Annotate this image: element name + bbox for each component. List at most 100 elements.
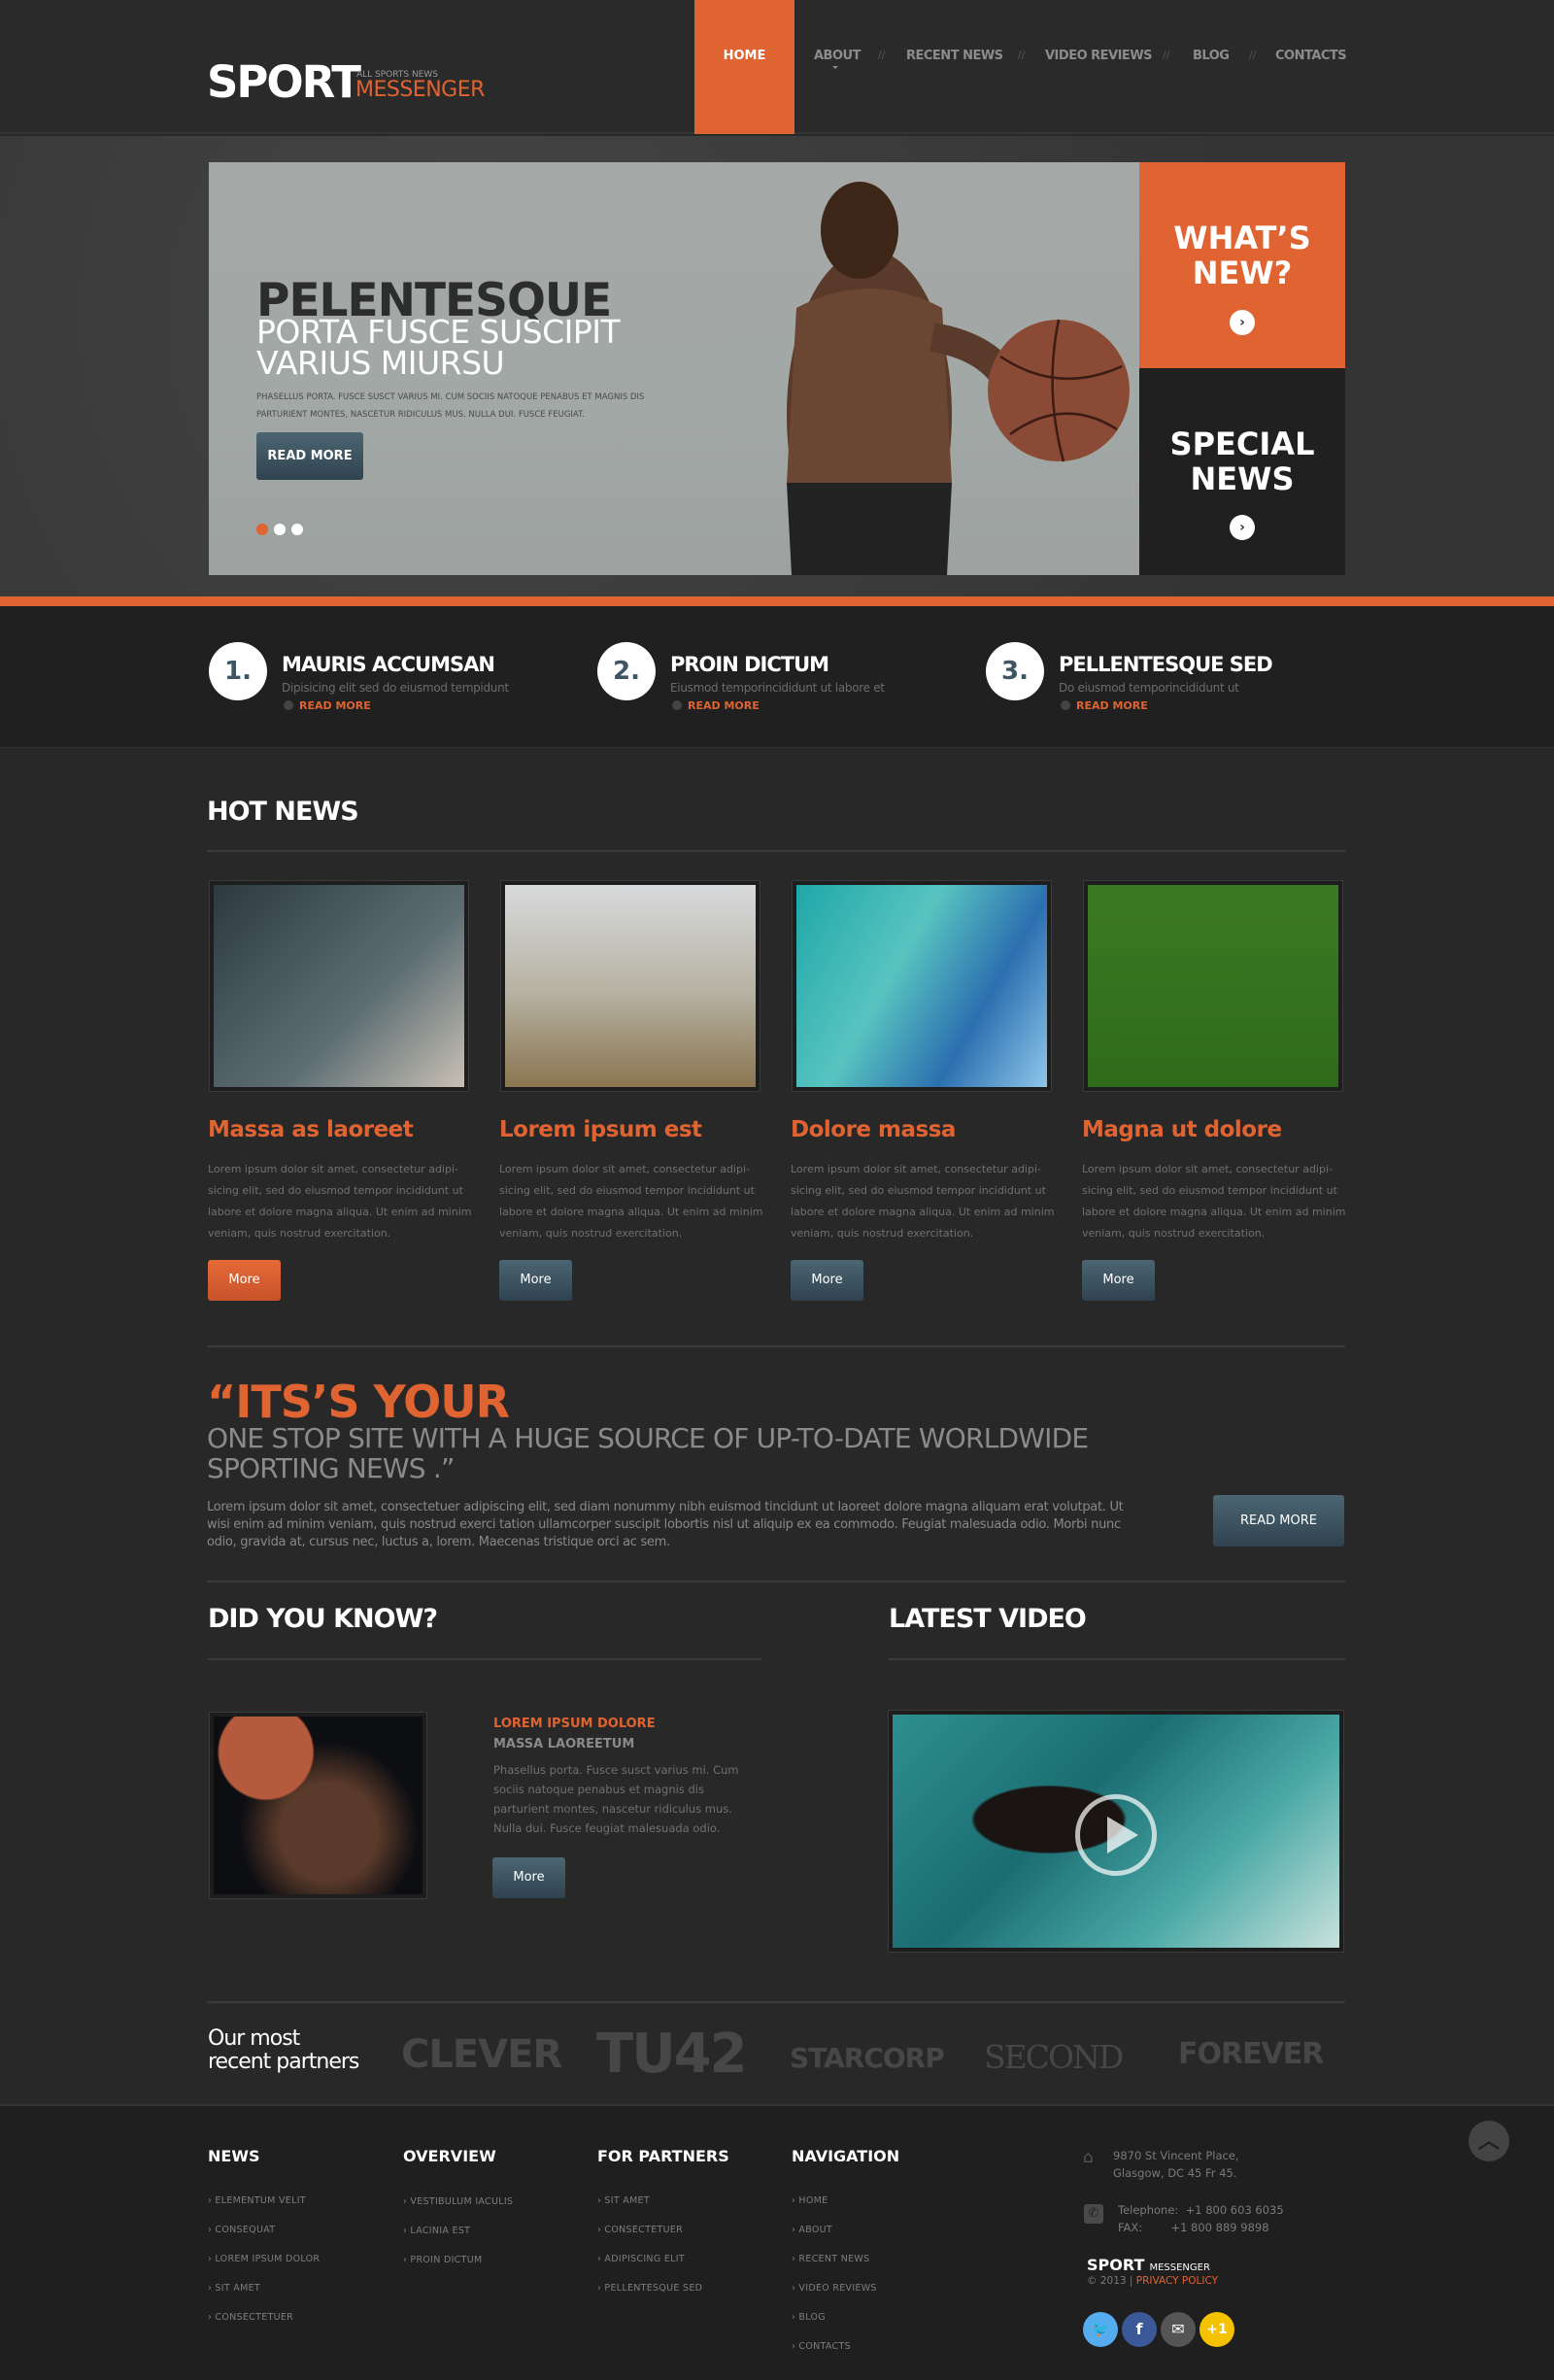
more-button[interactable]: More (208, 1260, 281, 1301)
feature-title[interactable]: PROIN DICTUM (670, 653, 829, 676)
news-title[interactable]: Lorem ipsum est (499, 1117, 702, 1142)
footer-link[interactable]: HOME (792, 2195, 828, 2206)
nav-recent-news[interactable]: RECENT NEWS (906, 49, 1003, 63)
footer-heading-overview: OVERVIEW (403, 2147, 496, 2165)
slider-dot-active[interactable] (256, 524, 268, 535)
read-more-label: READ MORE (299, 699, 371, 712)
footer-link[interactable]: ADIPISCING ELIT (597, 2254, 685, 2264)
dyk-more-button[interactable]: More (492, 1857, 565, 1898)
hero-text: Phasellus porta. Fusce susct varius mi. … (256, 392, 645, 420)
news-thumbnail-motocross[interactable] (500, 880, 760, 1092)
footer-link[interactable]: CONSECTETUER (208, 2312, 293, 2323)
nav-separator: // (1018, 49, 1026, 61)
footer-link[interactable]: VESTIBULUM IACULIS (403, 2196, 513, 2207)
quote-headline: “ITS’S YOUR (207, 1376, 510, 1428)
feature-read-more-link[interactable]: READ MORE (672, 699, 760, 712)
nav-video-reviews[interactable]: VIDEO REVIEWS (1045, 49, 1153, 63)
special-news-title: SPECIAL NEWS (1169, 425, 1315, 497)
footer-link[interactable]: CONSECTETUER (597, 2225, 683, 2235)
dyk-subtitle: MASSA LAOREETUM (493, 1737, 635, 1751)
divider (208, 1658, 761, 1660)
footer-link[interactable]: CONSEQUAT (208, 2225, 275, 2235)
footer-link[interactable]: LACINIA EST (403, 2226, 470, 2236)
special-news-box[interactable]: SPECIAL NEWS › (1139, 368, 1345, 575)
footer-link[interactable]: ABOUT (792, 2225, 832, 2235)
nav-about[interactable]: ABOUT (814, 49, 861, 63)
telephone-number: +1 800 603 6035 (1185, 2203, 1284, 2217)
footer-link[interactable]: BLOG (792, 2312, 826, 2323)
slider-dot[interactable] (291, 524, 303, 535)
basketball-player-thumbnail[interactable] (209, 1712, 427, 1899)
news-body: Lorem ipsum dolor sit amet, consectetur … (791, 1163, 1055, 1240)
partner-logo-clever[interactable]: CLEVER (401, 2032, 562, 2077)
home-icon: ⌂ (1083, 2148, 1094, 2167)
dyk-title[interactable]: LOREM IPSUM DOLORE (493, 1717, 656, 1731)
phone-info: Telephone: +1 800 603 6035 FAX: +1 800 8… (1118, 2201, 1284, 2236)
feature-read-more-link[interactable]: READ MORE (1061, 699, 1148, 712)
footer-link[interactable]: PROIN DICTUM (403, 2255, 482, 2265)
news-thumbnail-surf[interactable] (792, 880, 1052, 1092)
quote-subheadline: ONE STOP SITE WITH A HUGE SOURCE OF UP-T… (207, 1422, 1089, 1484)
news-title[interactable]: Massa as laoreet (208, 1117, 414, 1142)
partner-logo-tu42[interactable]: TU42 (596, 2023, 748, 2086)
footer-link[interactable]: SIT AMET (208, 2283, 260, 2294)
news-body: Lorem ipsum dolor sit amet, consectetur … (208, 1163, 472, 1240)
quote-read-more-button[interactable]: READ MORE (1213, 1495, 1344, 1547)
read-more-label: READ MORE (1076, 699, 1148, 712)
partner-logo-second[interactable]: SECOND (984, 2038, 1124, 2076)
logo-sport[interactable]: SPORT (207, 56, 361, 108)
scroll-to-top-button[interactable]: ︿ (1469, 2121, 1509, 2161)
address: 9870 St Vincent Place, Glasgow, DC 45 Fr… (1113, 2147, 1239, 2182)
footer-link[interactable]: RECENT NEWS (792, 2254, 869, 2264)
feature-desc: Dipisicing elit sed do eiusmod tempidunt (282, 681, 509, 695)
arrow-icon (284, 700, 293, 710)
quote-text: Lorem ipsum dolor sit amet, consectetuer… (207, 1500, 1124, 1549)
nav-separator: // (878, 49, 886, 61)
footer-link[interactable]: ELEMENTUM VELIT (208, 2195, 306, 2206)
privacy-policy-link[interactable]: PRIVACY POLICY (1136, 2275, 1218, 2287)
divider (207, 850, 1345, 852)
footer-link[interactable]: VIDEO REVIEWS (792, 2283, 877, 2294)
play-icon[interactable] (1075, 1794, 1157, 1876)
feature-number: 1. (209, 642, 267, 700)
news-thumbnail-football[interactable] (1083, 880, 1343, 1092)
feature-title[interactable]: MAURIS ACCUMSAN (282, 653, 495, 676)
nav-home[interactable]: HOME (694, 0, 794, 134)
more-button[interactable]: More (1082, 1260, 1155, 1301)
feature-read-more-link[interactable]: READ MORE (284, 699, 371, 712)
footer-link[interactable]: LOREM IPSUM DOLOR (208, 2254, 320, 2264)
partner-logo-forever[interactable]: FOREVER (1178, 2037, 1324, 2071)
nav-separator: // (1249, 49, 1257, 61)
news-title[interactable]: Dolore massa (791, 1117, 956, 1142)
more-button[interactable]: More (499, 1260, 572, 1301)
hero-read-more-button[interactable]: READ MORE (256, 432, 363, 480)
chevron-right-icon[interactable]: › (1230, 515, 1255, 540)
partner-logo-starcorp[interactable]: STARCORP (790, 2042, 945, 2074)
footer-link[interactable]: CONTACTS (792, 2341, 851, 2352)
more-button[interactable]: More (791, 1260, 863, 1301)
email-icon[interactable]: ✉ (1161, 2312, 1196, 2347)
logo-messenger[interactable]: MESSENGER (355, 78, 485, 102)
news-thumbnail-tennis[interactable] (209, 880, 469, 1092)
did-you-know-heading: DID YOU KNOW? (208, 1604, 438, 1634)
footer-link[interactable]: PELLENTESQUE SED (597, 2283, 702, 2294)
whats-new-box[interactable]: WHAT’S NEW? › (1139, 162, 1345, 368)
divider (207, 1345, 1345, 1347)
twitter-icon[interactable]: 🐦 (1083, 2312, 1118, 2347)
hot-news-heading: HOT NEWS (207, 797, 359, 827)
partners-label: Our most recent partners (208, 2026, 359, 2074)
nav-contacts[interactable]: CONTACTS (1275, 49, 1347, 63)
footer-brand-messenger: MESSENGER (1149, 2262, 1210, 2273)
chevron-right-icon[interactable]: › (1230, 310, 1255, 335)
address-line-1: 9870 St Vincent Place, (1113, 2149, 1239, 2162)
footer-brand-sport: SPORT (1087, 2256, 1145, 2274)
feature-title[interactable]: PELLENTESQUE SED (1059, 653, 1273, 676)
facebook-icon[interactable]: f (1122, 2312, 1157, 2347)
footer-link[interactable]: SIT AMET (597, 2195, 650, 2206)
google-plus-icon[interactable]: +1 (1199, 2312, 1234, 2347)
footer-heading-navigation: NAVIGATION (792, 2147, 900, 2165)
news-title[interactable]: Magna ut dolore (1082, 1117, 1282, 1142)
slider-dot[interactable] (274, 524, 286, 535)
nav-blog[interactable]: BLOG (1193, 49, 1230, 63)
feature-desc: Eiusmod temporincididunt ut labore et (670, 681, 885, 695)
